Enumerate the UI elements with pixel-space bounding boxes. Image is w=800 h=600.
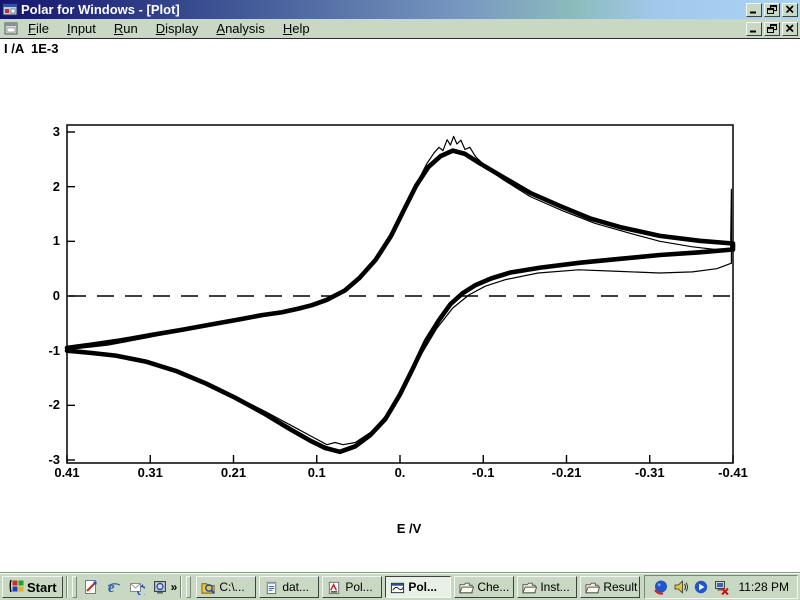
x-tick-label: 0. xyxy=(377,466,423,480)
task-button-label: C:\... xyxy=(219,580,244,594)
x-tick-label: 0.21 xyxy=(211,466,257,480)
task-button-pol[interactable]: Pol... xyxy=(322,576,382,598)
notepad-icon xyxy=(264,580,279,595)
task-button-label: Inst... xyxy=(540,580,569,594)
task-button-label: Pol... xyxy=(345,580,372,594)
y-tick-label: 3 xyxy=(24,124,60,140)
task-button-label: Result xyxy=(603,580,637,594)
x-axis-title: E /V xyxy=(378,521,440,536)
menu-item-run[interactable]: Run xyxy=(105,20,147,38)
task-button-result[interactable]: Result xyxy=(580,576,639,598)
menu-item-analysis[interactable]: Analysis xyxy=(207,20,273,38)
toolbar-drag-handle[interactable] xyxy=(72,576,77,598)
start-button[interactable]: Start xyxy=(2,576,63,598)
restore-button[interactable] xyxy=(764,3,780,17)
task-buttons: C:\... dat... Pol... Pol... Che... Inst... Res… xyxy=(196,576,639,598)
plot-client-area: I /A 1E-3 3210-1-2-3 0.410.310.210.10.-0… xyxy=(0,39,800,573)
minimize-button[interactable] xyxy=(746,22,762,36)
taskbar-clock: 11:28 PM xyxy=(739,580,789,594)
outlook-express-icon xyxy=(129,579,145,595)
menu-items: FileInputRunDisplayAnalysisHelp xyxy=(19,19,319,38)
x-tick-label: -0.1 xyxy=(460,466,506,480)
task-button-c[interactable]: C:\... xyxy=(196,576,256,598)
network-offline-icon xyxy=(713,579,729,595)
system-tray: 11:28 PM xyxy=(644,575,798,599)
volume-icon xyxy=(673,579,689,595)
app-icon[interactable] xyxy=(2,2,18,17)
x-tick-label: -0.31 xyxy=(627,466,673,480)
menu-bar: FileInputRunDisplayAnalysisHelp xyxy=(0,19,800,39)
task-button-label: Pol... xyxy=(408,580,437,594)
taskbar: Start e » C:\... dat... Pol... Pol... Che...… xyxy=(0,573,800,600)
folder-icon xyxy=(459,580,474,595)
show-desktop-icon xyxy=(83,579,99,595)
menu-item-display[interactable]: Display xyxy=(147,20,208,38)
title-bar: Polar for Windows - [Plot] xyxy=(0,0,800,19)
svg-text:e: e xyxy=(108,580,115,595)
task-button-che[interactable]: Che... xyxy=(454,576,514,598)
outlook-express-icon[interactable] xyxy=(129,579,145,595)
task-button-dat[interactable]: dat... xyxy=(259,576,319,598)
channel-viewer-icon xyxy=(152,579,168,595)
find-folder-icon xyxy=(201,580,216,595)
network-offline-icon[interactable] xyxy=(713,579,729,595)
task-button-inst[interactable]: Inst... xyxy=(517,576,577,598)
menu-item-input[interactable]: Input xyxy=(58,20,105,38)
close-button[interactable] xyxy=(782,3,798,17)
folder-icon xyxy=(585,580,600,595)
start-label: Start xyxy=(27,580,57,595)
y-tick-label: 2 xyxy=(24,179,60,195)
child-window-controls xyxy=(746,22,798,36)
restore-button[interactable] xyxy=(764,22,780,36)
minimize-button[interactable] xyxy=(746,3,762,17)
channel-viewer-icon[interactable] xyxy=(152,579,168,595)
x-tick-label: 0.1 xyxy=(294,466,340,480)
x-tick-label: -0.41 xyxy=(710,466,756,480)
toolbar-drag-handle[interactable] xyxy=(186,576,191,598)
internet-explorer-icon[interactable]: e xyxy=(106,579,122,595)
x-tick-label: 0.41 xyxy=(44,466,90,480)
folder-icon xyxy=(522,580,537,595)
task-button-pol[interactable]: Pol... xyxy=(385,576,451,598)
y-tick-label: -2 xyxy=(24,397,60,413)
windows-flag-icon xyxy=(8,579,24,596)
window-controls xyxy=(746,3,798,17)
taskbar-separator xyxy=(66,576,68,598)
menu-item-help[interactable]: Help xyxy=(274,20,319,38)
task-button-label: Che... xyxy=(477,580,509,594)
plot-child-window-icon[interactable] xyxy=(3,21,19,36)
taskbar-separator xyxy=(180,576,182,598)
internet-explorer-icon: e xyxy=(106,579,122,595)
x-tick-label: -0.21 xyxy=(544,466,590,480)
y-tick-label: -1 xyxy=(24,343,60,359)
plot-frame xyxy=(67,125,733,463)
player-icon xyxy=(693,579,709,595)
quick-launch-overflow-chevron[interactable]: » xyxy=(171,579,178,595)
experimental-cv-curve xyxy=(67,151,733,452)
plot-window-icon xyxy=(390,580,405,595)
close-button[interactable] xyxy=(782,22,798,36)
volume-icon[interactable] xyxy=(673,579,689,595)
y-tick-label: 1 xyxy=(24,233,60,249)
desktop-screen: Polar for Windows - [Plot] FileInputRunD… xyxy=(0,0,800,600)
media-player-icon xyxy=(653,579,669,595)
show-desktop-icon[interactable] xyxy=(83,579,99,595)
media-player-icon[interactable] xyxy=(653,579,669,595)
menu-item-file[interactable]: File xyxy=(19,20,58,38)
y-tick-label: 0 xyxy=(24,288,60,304)
window-title: Polar for Windows - [Plot] xyxy=(21,2,746,17)
cv-plot-svg xyxy=(0,39,800,573)
quick-launch-toolbar: e xyxy=(80,579,171,595)
task-button-label: dat... xyxy=(282,580,309,594)
x-tick-label: 0.31 xyxy=(127,466,173,480)
polar-app-icon xyxy=(327,580,342,595)
player-icon[interactable] xyxy=(693,579,709,595)
